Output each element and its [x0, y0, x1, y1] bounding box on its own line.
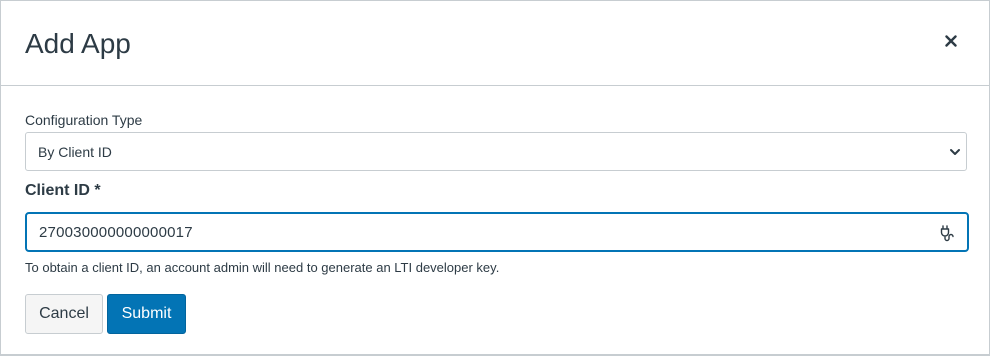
- configuration-type-value: By Client ID: [38, 144, 112, 160]
- client-id-input[interactable]: 270030000000000017: [25, 212, 969, 252]
- dialog-header: Add App: [1, 1, 989, 86]
- configuration-type-select[interactable]: By Client ID: [25, 132, 967, 171]
- plug-icon: [937, 224, 955, 242]
- close-button[interactable]: [937, 27, 965, 55]
- configuration-type-label: Configuration Type: [25, 112, 143, 128]
- chevron-down-icon: [948, 145, 962, 159]
- close-icon: [945, 35, 957, 47]
- cancel-button[interactable]: Cancel: [25, 294, 103, 334]
- client-id-value: 270030000000000017: [39, 224, 193, 241]
- dialog-title: Add App: [25, 28, 131, 59]
- submit-button[interactable]: Submit: [107, 294, 186, 334]
- client-id-label: Client ID *: [25, 182, 101, 199]
- add-app-dialog: Add App Configuration Type By Client ID …: [0, 0, 990, 356]
- client-id-help-text: To obtain a client ID, an account admin …: [25, 260, 500, 275]
